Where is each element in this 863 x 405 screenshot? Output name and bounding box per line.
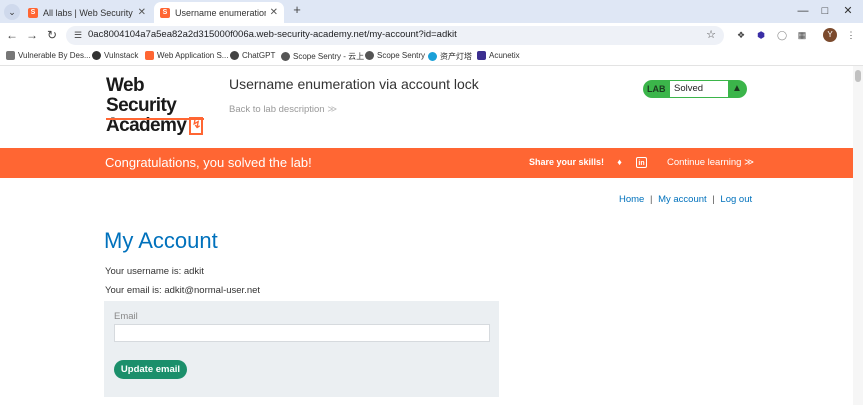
bookmark-label: Scope Sentry: [377, 51, 426, 60]
browser-tab-all-labs[interactable]: S All labs | Web Security Acade ✕: [22, 2, 152, 23]
profile-avatar[interactable]: Y: [823, 28, 837, 42]
page-title: My Account: [104, 228, 218, 253]
web-security-academy-logo[interactable]: Web Security Academy ↯: [106, 75, 216, 136]
extension-circle-icon[interactable]: ◯: [776, 29, 788, 41]
tab-title: Username enumeration via a: [175, 7, 266, 18]
close-icon[interactable]: ✕: [270, 7, 278, 18]
bookmark-star-icon[interactable]: ☆: [706, 28, 716, 41]
extensions-puzzle-icon[interactable]: ▦: [796, 29, 808, 41]
lab-status-badge: LAB Solved ▲: [643, 80, 747, 98]
email-text: Your email is: adkit@normal-user.net: [105, 285, 261, 296]
tab-search-chevron-icon[interactable]: ⌄: [4, 4, 20, 20]
globe-icon: [92, 51, 101, 60]
browser-tabstrip: ⌄ S All labs | Web Security Acade ✕ S Us…: [0, 0, 863, 23]
flask-icon: ▲: [732, 83, 742, 94]
bookmark-item[interactable]: 资产灯塔: [428, 51, 472, 62]
username-text: Your username is: adkit: [105, 266, 204, 277]
log-out-link[interactable]: Log out: [720, 194, 752, 205]
back-arrow-icon[interactable]: ←: [5, 28, 19, 42]
portswigger-favicon-icon: S: [28, 7, 38, 18]
nav-separator: |: [649, 194, 653, 205]
bug-icon: [281, 52, 290, 61]
lab-status-text: Solved: [670, 81, 728, 97]
bookmark-item[interactable]: Acunetix: [477, 51, 520, 60]
lab-badge-label: LAB: [647, 84, 666, 94]
twitter-icon[interactable]: ♦: [614, 157, 625, 168]
new-tab-plus-icon[interactable]: +: [290, 3, 304, 17]
share-your-skills-label: Share your skills!: [529, 157, 605, 167]
forward-arrow-icon[interactable]: →: [25, 28, 39, 42]
email-field-label: Email: [114, 311, 138, 322]
bookmark-item[interactable]: Scope Sentry: [365, 51, 425, 60]
window-close-icon[interactable]: ✕: [841, 4, 855, 18]
continue-learning-label: Continue learning: [667, 157, 742, 168]
page-content: Web Security Academy ↯ Username enumerat…: [0, 66, 853, 405]
scrollbar-thumb[interactable]: [855, 70, 861, 82]
maximize-icon[interactable]: □: [818, 4, 832, 18]
logo-underline: [106, 118, 204, 120]
account-nav: Home | My account | Log out: [619, 194, 752, 205]
back-to-lab-description-link[interactable]: Back to lab description ≫: [229, 104, 337, 115]
tab-title: All labs | Web Security Acade: [43, 7, 134, 18]
reload-icon[interactable]: ↻: [45, 28, 59, 42]
lab-title: Username enumeration via account lock: [229, 76, 479, 92]
browser-tab-username-enumeration[interactable]: S Username enumeration via a ✕: [154, 2, 284, 23]
address-bar[interactable]: ☰ 0ac8004104a7a5ea82a2d315000f006a.web-s…: [66, 26, 724, 45]
close-icon[interactable]: ✕: [138, 7, 146, 18]
double-chevron-right-icon: ≫: [327, 104, 338, 115]
bookmark-item[interactable]: Vulnstack: [92, 51, 138, 60]
bookmark-item[interactable]: ChatGPT: [230, 51, 275, 60]
bookmark-label: Vulnstack: [104, 51, 139, 60]
email-field[interactable]: [114, 324, 490, 342]
bookmark-item[interactable]: Scope Sentry - 云上: [281, 51, 364, 62]
linkedin-icon[interactable]: in: [636, 157, 647, 168]
browser-toolbar: ← → ↻ ☰ 0ac8004104a7a5ea82a2d315000f006a…: [0, 23, 863, 48]
update-email-button[interactable]: Update email: [114, 360, 187, 379]
logo-line-1: Web Security: [106, 75, 177, 116]
bookmark-label: ChatGPT: [242, 51, 276, 60]
lighthouse-icon: [428, 52, 437, 61]
chatgpt-icon: [230, 51, 239, 60]
bookmark-label: 资产灯塔: [440, 52, 472, 61]
extension-icon[interactable]: ❖: [735, 29, 747, 41]
bookmark-label: Acunetix: [489, 51, 520, 60]
gear-icon: [6, 51, 15, 60]
my-account-link[interactable]: My account: [658, 194, 707, 205]
bookmark-item[interactable]: Vulnerable By Des...: [6, 51, 91, 60]
extension-hexagon-icon[interactable]: ⬢: [755, 29, 767, 41]
bookmark-label: Scope Sentry - 云上: [293, 52, 365, 61]
bookmark-item[interactable]: Web Application S...: [145, 51, 228, 60]
browser-menu-icon[interactable]: ⋮: [845, 29, 857, 41]
site-settings-icon[interactable]: ☰: [72, 29, 84, 41]
nav-separator: |: [712, 194, 715, 205]
bookmarks-bar: Vulnerable By Des... Vulnstack Web Appli…: [0, 48, 863, 66]
back-link-label: Back to lab description: [229, 104, 325, 115]
portswigger-icon: [145, 51, 154, 60]
bug-icon: [365, 51, 374, 60]
update-email-form: Email Update email: [104, 301, 499, 397]
bookmark-label: Web Application S...: [157, 51, 229, 60]
home-link[interactable]: Home: [619, 194, 644, 205]
address-url[interactable]: 0ac8004104a7a5ea82a2d315000f006a.web-sec…: [88, 29, 457, 40]
double-chevron-right-icon: ≫: [744, 157, 755, 168]
bookmark-label: Vulnerable By Des...: [18, 51, 91, 60]
portswigger-favicon-icon: S: [160, 7, 170, 18]
congratulations-message: Congratulations, you solved the lab!: [105, 155, 312, 170]
page-scrollbar[interactable]: [853, 66, 863, 405]
acunetix-icon: [477, 51, 486, 60]
congratulations-banner: Congratulations, you solved the lab! Sha…: [0, 148, 853, 178]
minimize-icon[interactable]: —: [796, 4, 810, 18]
continue-learning-link[interactable]: Continue learning ≫: [667, 157, 754, 168]
